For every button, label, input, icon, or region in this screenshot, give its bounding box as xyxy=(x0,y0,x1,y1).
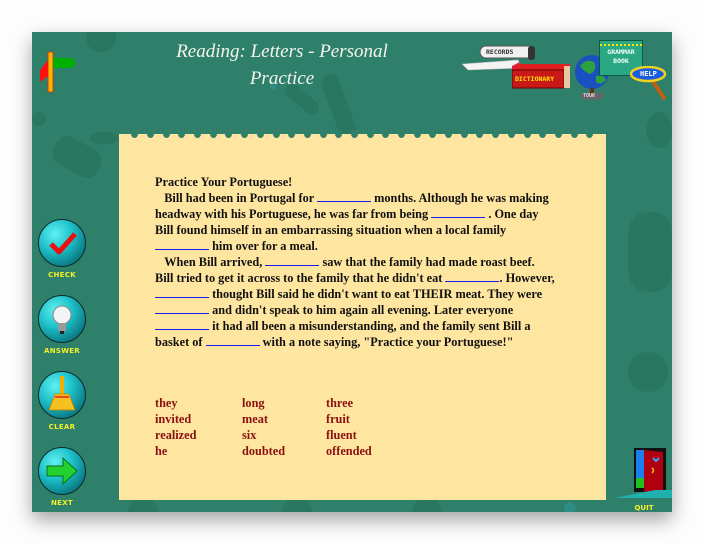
word-bank-item[interactable]: doubted xyxy=(242,443,326,459)
word-bank-column-1: they invited realized he xyxy=(155,395,242,459)
answer-button[interactable]: ANSWER xyxy=(37,295,87,355)
background-decoration xyxy=(86,32,116,52)
background-decoration xyxy=(646,112,672,148)
check-button[interactable]: CHECK xyxy=(37,219,87,279)
answer-blank-9[interactable] xyxy=(205,334,260,346)
quit-label: QUIT xyxy=(634,504,654,512)
passage-text: thought Bill said he didn't want to eat … xyxy=(212,287,543,301)
answer-blank-7[interactable] xyxy=(155,302,209,314)
grammar-book-line-1: GRAMMAR xyxy=(607,48,635,56)
word-bank-item[interactable]: realized xyxy=(155,427,242,443)
word-bank-column-2: long meat six doubted xyxy=(242,395,326,459)
clear-button[interactable]: CLEAR xyxy=(37,371,87,431)
check-button-circle xyxy=(38,219,86,267)
passage-heading: Practice Your Portuguese! xyxy=(155,175,293,189)
title-line-1: Reading: Letters - Personal xyxy=(176,41,388,62)
right-arrow-icon xyxy=(46,456,78,486)
exercise-paper: Practice Your Portuguese! Bill had been … xyxy=(119,130,606,500)
word-bank-item[interactable]: meat xyxy=(242,411,326,427)
answer-blank-5[interactable] xyxy=(445,270,500,282)
word-bank-column-3: three fruit fluent offended xyxy=(326,395,372,459)
passage-text: When Bill arrived, xyxy=(164,255,263,269)
word-bank-item[interactable]: six xyxy=(242,427,326,443)
checkmark-icon xyxy=(49,232,77,255)
word-bank-item[interactable]: offended xyxy=(326,443,372,459)
page-title: Reading: Letters - Personal Practice xyxy=(152,38,412,92)
passage-text: and didn't speak to him again all evenin… xyxy=(212,303,514,317)
background-decoration xyxy=(628,212,672,292)
answer-blank-2[interactable] xyxy=(431,206,486,218)
grammar-book-label: GRAMMAR BOOK xyxy=(600,48,642,66)
next-label: NEXT xyxy=(50,499,73,507)
answer-button-circle xyxy=(38,295,86,343)
word-bank-item[interactable]: invited xyxy=(155,411,242,427)
clear-button-circle xyxy=(38,371,86,419)
answer-blank-4[interactable] xyxy=(265,254,320,266)
signpost-icon[interactable] xyxy=(36,50,80,94)
passage-text: with a note saying, "Practice your Portu… xyxy=(262,335,514,349)
clear-label: CLEAR xyxy=(48,423,76,431)
dictionary-label: DICTIONARY xyxy=(515,75,555,83)
grammar-book-line-2: BOOK xyxy=(613,57,629,65)
paper-torn-edge xyxy=(119,130,606,140)
lightbulb-icon xyxy=(52,305,72,334)
broom-icon xyxy=(48,376,76,411)
quit-button[interactable]: QUIT xyxy=(615,446,672,512)
app-window: Reading: Letters - Personal Practice REC… xyxy=(32,32,672,512)
passage-text: Bill had been in Portugal for xyxy=(164,191,314,205)
passage-text: him over for a meal. xyxy=(212,239,318,253)
door-icon xyxy=(615,448,672,498)
answer-blank-1[interactable] xyxy=(317,190,372,202)
help-button[interactable]: HELP xyxy=(630,66,670,102)
answer-blank-3[interactable] xyxy=(155,238,209,250)
word-bank-item[interactable]: they xyxy=(155,395,242,411)
next-button[interactable]: NEXT xyxy=(37,447,87,507)
help-label: HELP xyxy=(640,70,657,78)
background-decoration xyxy=(32,112,46,126)
records-label: RECORDS xyxy=(486,48,514,56)
dictionary-button[interactable]: DICTIONARY xyxy=(512,62,572,90)
word-bank-item[interactable]: he xyxy=(155,443,242,459)
word-bank-item[interactable]: fruit xyxy=(326,411,372,427)
check-label: CHECK xyxy=(48,271,76,279)
word-bank: they invited realized he long meat six d… xyxy=(155,395,372,459)
word-bank-item[interactable]: long xyxy=(242,395,326,411)
answer-blank-6[interactable] xyxy=(155,286,209,298)
background-decoration xyxy=(628,352,668,392)
answer-blank-8[interactable] xyxy=(155,318,209,330)
word-bank-item[interactable]: three xyxy=(326,395,372,411)
background-decoration xyxy=(564,502,576,512)
spiral-binding xyxy=(600,41,642,46)
word-bank-item[interactable]: fluent xyxy=(326,427,372,443)
next-button-circle xyxy=(38,447,86,495)
reading-passage: Practice Your Portuguese! Bill had been … xyxy=(155,174,555,350)
passage-text: . However, xyxy=(499,271,555,285)
title-line-2: Practice xyxy=(249,68,315,89)
tour-label: TOUR xyxy=(583,93,596,99)
answer-label: ANSWER xyxy=(43,347,80,355)
background-decoration xyxy=(90,132,118,144)
